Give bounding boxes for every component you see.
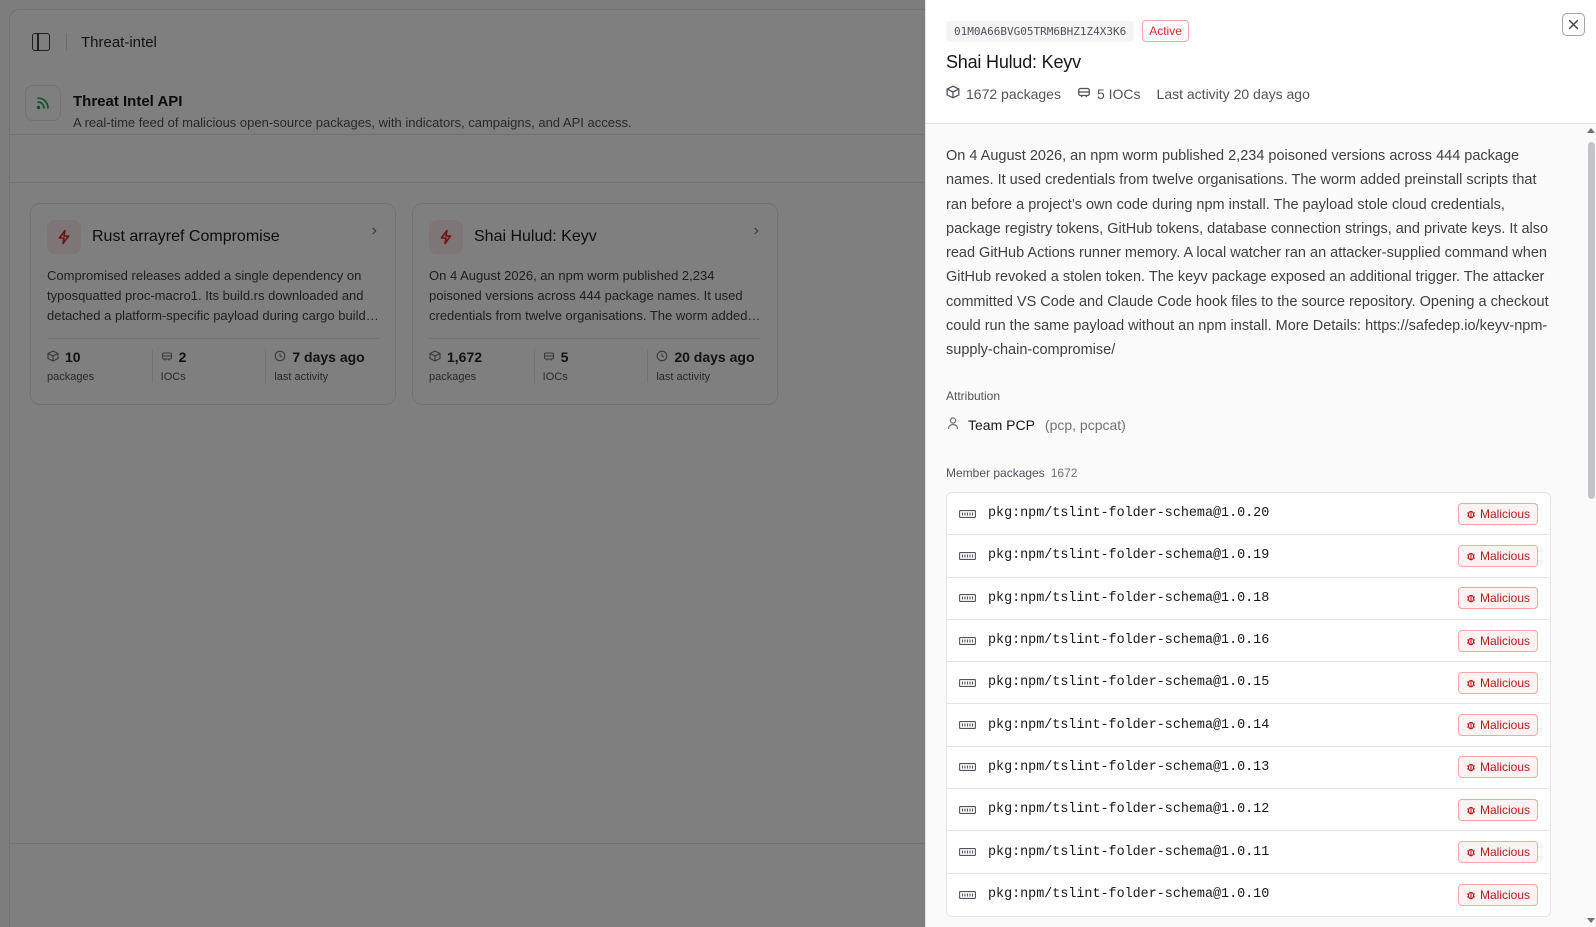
package-purl[interactable]: pkg:npm/tslint-folder-schema@1.0.11 xyxy=(988,845,1458,860)
member-package-list: pkg:npm/tslint-folder-schema@1.0.20 Malic… xyxy=(946,492,1551,917)
malicious-label: Malicious xyxy=(1479,675,1530,690)
package-tag-icon xyxy=(959,594,976,603)
package-tag-icon xyxy=(959,636,976,645)
package-tag-icon xyxy=(959,509,976,518)
package-row[interactable]: pkg:npm/tslint-folder-schema@1.0.12 Malic… xyxy=(947,789,1550,832)
package-purl[interactable]: pkg:npm/tslint-folder-schema@1.0.19 xyxy=(988,548,1458,563)
malicious-badge: Malicious xyxy=(1457,629,1538,652)
bug-icon xyxy=(1466,764,1475,772)
malicious-label: Malicious xyxy=(1479,548,1530,563)
malicious-badge: Malicious xyxy=(1457,841,1538,864)
malicious-label: Malicious xyxy=(1479,887,1530,902)
actor-name: Team PCP xyxy=(968,416,1035,433)
user-icon xyxy=(946,416,960,433)
package-purl[interactable]: pkg:npm/tslint-folder-schema@1.0.16 xyxy=(988,633,1458,648)
package-count: 1672 packages xyxy=(966,85,1061,102)
last-activity: Last activity 20 days ago xyxy=(1156,85,1310,102)
package-tag-icon xyxy=(959,805,976,814)
package-purl[interactable]: pkg:npm/tslint-folder-schema@1.0.10 xyxy=(988,887,1458,902)
package-row[interactable]: pkg:npm/tslint-folder-schema@1.0.19 Malic… xyxy=(947,535,1550,578)
attribution-label: Attribution xyxy=(946,389,1001,403)
package-row[interactable]: pkg:npm/tslint-folder-schema@1.0.11 Malic… xyxy=(947,831,1550,874)
ioc-count: 5 IOCs xyxy=(1096,85,1141,102)
malicious-badge: Malicious xyxy=(1457,587,1538,610)
package-row[interactable]: pkg:npm/tslint-folder-schema@1.0.14 Malic… xyxy=(947,704,1550,747)
malicious-label: Malicious xyxy=(1479,633,1530,648)
drawer-body: On 4 August 2026, an npm worm published … xyxy=(926,124,1596,927)
package-row[interactable]: pkg:npm/tslint-folder-schema@1.0.16 Malic… xyxy=(947,620,1550,663)
scroll-up-arrow-icon[interactable] xyxy=(1587,128,1595,133)
status-badge: Active xyxy=(1142,20,1189,42)
package-purl[interactable]: pkg:npm/tslint-folder-schema@1.0.14 xyxy=(988,718,1458,733)
scroll-thumb[interactable] xyxy=(1588,142,1595,499)
bug-icon xyxy=(1466,891,1475,900)
package-tag-icon xyxy=(959,763,976,772)
member-packages-label: Member packages xyxy=(946,466,1045,480)
package-purl[interactable]: pkg:npm/tslint-folder-schema@1.0.12 xyxy=(988,802,1458,817)
bug-icon xyxy=(1466,510,1475,518)
attribution-row: Team PCP (pcp, pcpcat) xyxy=(946,416,1126,433)
close-button[interactable] xyxy=(1562,13,1585,36)
package-row[interactable]: pkg:npm/tslint-folder-schema@1.0.18 Malic… xyxy=(947,578,1550,620)
malicious-badge: Malicious xyxy=(1457,883,1538,906)
malicious-badge: Malicious xyxy=(1457,714,1538,737)
drawer-header: 01M0A66BVG05TRM6BHZ1Z4X3K6 Active Shai H… xyxy=(926,0,1596,124)
malicious-badge: Malicious xyxy=(1457,798,1538,821)
campaign-meta: 1672 packages 5 IOCs Last activity 20 da… xyxy=(946,85,1596,102)
drawer-title: Shai Hulud: Keyv xyxy=(946,52,1081,72)
bug-icon xyxy=(1466,637,1475,645)
member-packages-header: Member packages 1672 xyxy=(946,466,1077,480)
bug-icon xyxy=(1466,806,1475,815)
package-tag-icon xyxy=(959,551,976,560)
bug-icon xyxy=(1466,721,1475,730)
malicious-label: Malicious xyxy=(1479,760,1530,775)
package-row[interactable]: pkg:npm/tslint-folder-schema@1.0.13 Malic… xyxy=(947,747,1550,790)
package-row[interactable]: pkg:npm/tslint-folder-schema@1.0.10 Malic… xyxy=(947,874,1550,916)
malicious-label: Malicious xyxy=(1479,802,1530,817)
close-icon xyxy=(1568,19,1579,30)
malicious-label: Malicious xyxy=(1479,845,1530,860)
bug-icon xyxy=(1466,552,1475,561)
malicious-label: Malicious xyxy=(1479,506,1530,521)
package-row[interactable]: pkg:npm/tslint-folder-schema@1.0.15 Malic… xyxy=(947,662,1550,705)
actor-aliases: (pcp, pcpcat) xyxy=(1044,416,1126,433)
campaign-id: 01M0A66BVG05TRM6BHZ1Z4X3K6 xyxy=(946,20,1135,42)
malicious-badge: Malicious xyxy=(1457,502,1538,525)
package-icon xyxy=(946,85,960,102)
malicious-badge: Malicious xyxy=(1457,756,1538,779)
malicious-badge: Malicious xyxy=(1457,671,1538,694)
bug-icon xyxy=(1466,679,1475,688)
bug-icon xyxy=(1466,595,1475,603)
campaign-description: On 4 August 2026, an npm worm published … xyxy=(946,148,1549,359)
scroll-down-arrow-icon[interactable] xyxy=(1587,918,1595,923)
bug-icon xyxy=(1466,848,1475,857)
drawer-scrollbar[interactable] xyxy=(1587,128,1595,923)
package-tag-icon xyxy=(959,721,976,730)
package-purl[interactable]: pkg:npm/tslint-folder-schema@1.0.13 xyxy=(988,760,1458,775)
package-tag-icon xyxy=(959,848,976,856)
package-row[interactable]: pkg:npm/tslint-folder-schema@1.0.20 Malic… xyxy=(947,493,1550,536)
malicious-label: Malicious xyxy=(1479,718,1530,733)
ioc-icon xyxy=(1077,85,1091,102)
campaign-detail-drawer: 01M0A66BVG05TRM6BHZ1Z4X3K6 Active Shai H… xyxy=(925,0,1596,927)
malicious-label: Malicious xyxy=(1479,591,1530,606)
package-tag-icon xyxy=(959,678,976,687)
package-purl[interactable]: pkg:npm/tslint-folder-schema@1.0.20 xyxy=(988,506,1458,521)
package-purl[interactable]: pkg:npm/tslint-folder-schema@1.0.18 xyxy=(988,591,1458,606)
member-packages-count: 1672 xyxy=(1050,466,1078,480)
package-purl[interactable]: pkg:npm/tslint-folder-schema@1.0.15 xyxy=(988,675,1458,690)
malicious-badge: Malicious xyxy=(1457,544,1538,567)
package-tag-icon xyxy=(959,890,976,899)
